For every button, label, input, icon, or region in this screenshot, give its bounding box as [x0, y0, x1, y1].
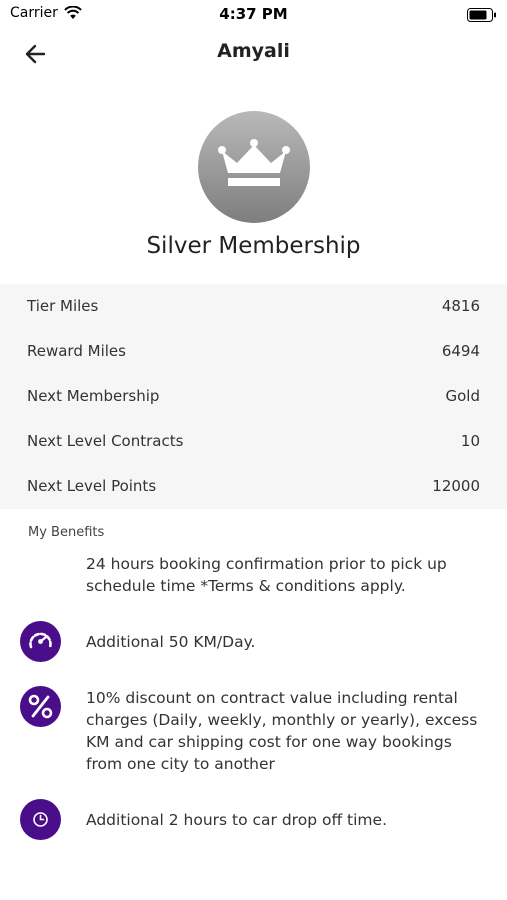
benefit-text: Additional 2 hours to car drop off time.	[86, 811, 387, 829]
stat-value: 10	[460, 432, 480, 450]
benefit-text: 24 hours booking confirmation prior to p…	[86, 555, 447, 595]
battery-icon	[467, 7, 497, 26]
clock-time: 4:37 PM	[219, 5, 288, 23]
stat-label: Next Level Points	[27, 477, 157, 495]
navigation-bar: Amyali	[0, 30, 507, 76]
stat-value: Gold	[445, 387, 481, 405]
crown-icon	[218, 139, 290, 186]
stat-row-reward-miles: Reward Miles 6494	[0, 329, 507, 374]
stat-row-next-level-contracts: Next Level Contracts 10	[0, 419, 507, 464]
membership-stats: Tier Miles 4816 Reward Miles 6494 Next M…	[0, 284, 507, 509]
stat-label: Next Level Contracts	[27, 432, 184, 450]
status-bar: Carrier 4:37 PM	[0, 0, 507, 28]
membership-badge	[198, 111, 310, 223]
stat-row-tier-miles: Tier Miles 4816	[0, 284, 507, 329]
stat-row-next-membership: Next Membership Gold	[0, 374, 507, 419]
stat-row-next-level-points: Next Level Points 12000	[0, 464, 507, 509]
membership-title: Silver Membership	[146, 233, 361, 259]
stat-value: 6494	[441, 342, 480, 360]
clock-icon	[20, 799, 61, 840]
benefits-heading: My Benefits	[28, 525, 105, 540]
stat-value: 12000	[432, 477, 480, 495]
stat-label: Reward Miles	[27, 342, 126, 360]
stat-value: 4816	[441, 297, 480, 315]
speedometer-icon	[20, 621, 61, 662]
benefit-text: Additional 50 KM/Day.	[86, 633, 256, 651]
stat-label: Next Membership	[27, 387, 160, 405]
page-title: Amyali	[217, 40, 290, 62]
stat-label: Tier Miles	[27, 297, 99, 315]
benefit-text: 10% discount on contract value including…	[86, 689, 478, 773]
percent-icon	[20, 686, 61, 727]
